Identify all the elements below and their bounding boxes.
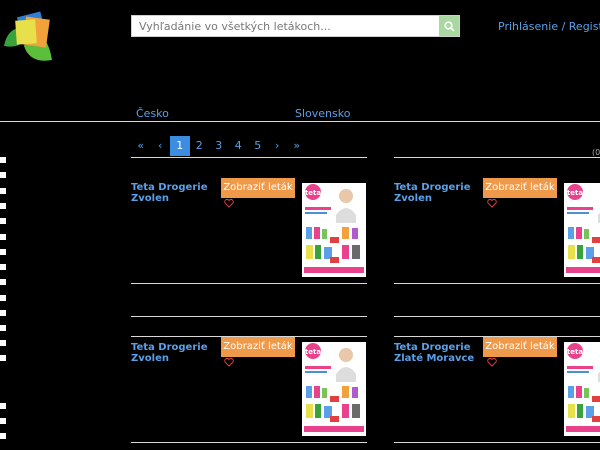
flyer-thumbnail[interactable] [302,183,366,277]
filter-checkbox[interactable] [0,433,6,439]
divider [131,157,367,158]
page-first[interactable]: « [131,136,151,156]
store-name-link[interactable]: Teta Drogerie Zlaté Moravce [394,342,482,364]
search-icon [443,20,455,32]
filter-checkbox[interactable] [0,418,6,424]
result-count: (0 [592,148,600,157]
heart-icon[interactable] [487,198,497,208]
page-2[interactable]: 2 [190,136,210,156]
filter-checkbox[interactable] [0,172,6,178]
filter-checkbox[interactable] [0,157,6,163]
heart-icon[interactable] [224,357,234,367]
filter-checkbox[interactable] [0,403,6,409]
search-input[interactable] [132,16,440,36]
divider [131,316,367,317]
divider [0,121,600,122]
filter-checkbox[interactable] [0,188,6,194]
page-5[interactable]: 5 [248,136,268,156]
show-flyer-button[interactable]: Zobraziť leták [483,337,557,357]
divider [131,283,367,284]
show-flyer-button[interactable]: Zobraziť leták [221,178,295,198]
filter-checkbox[interactable] [0,264,6,270]
page-next[interactable]: › [268,136,288,156]
show-flyer-button[interactable]: Zobraziť leták [221,337,295,357]
filter-checkbox[interactable] [0,340,6,346]
divider [394,316,600,317]
filter-checkbox[interactable] [0,249,6,255]
store-name-link[interactable]: Teta Drogerie Zvolen [394,182,482,204]
page-3[interactable]: 3 [209,136,229,156]
filter-checkbox[interactable] [0,355,6,361]
country-link-cz[interactable]: Česko [136,107,169,120]
heart-icon[interactable] [487,357,497,367]
filter-checkbox[interactable] [0,310,6,316]
heart-icon[interactable] [224,198,234,208]
search-button[interactable] [439,16,459,36]
filter-checkbox[interactable] [0,218,6,224]
filter-checkbox[interactable] [0,325,6,331]
store-name-link[interactable]: Teta Drogerie Zvolen [131,182,219,204]
divider [394,283,600,284]
pagination: « ‹ 1 2 3 4 5 › » [131,136,307,156]
filter-checkbox[interactable] [0,203,6,209]
filter-checkbox[interactable] [0,295,6,301]
filter-checkbox[interactable] [0,279,6,285]
show-flyer-button[interactable]: Zobraziť leták [483,178,557,198]
site-logo[interactable] [0,6,62,68]
page-last[interactable]: » [287,136,307,156]
divider [394,442,600,443]
search-bar [131,15,460,37]
filter-checkbox[interactable] [0,234,6,240]
page-1[interactable]: 1 [170,136,190,156]
flyer-thumbnail[interactable] [564,342,600,436]
divider [131,442,367,443]
divider [394,157,600,158]
login-register-link[interactable]: Prihlásenie / Registrácia [498,20,600,33]
flyer-thumbnail[interactable] [302,342,366,436]
flyer-thumbnail[interactable] [564,183,600,277]
page-4[interactable]: 4 [229,136,249,156]
country-link-sk[interactable]: Slovensko [295,107,350,120]
page-prev[interactable]: ‹ [151,136,171,156]
store-name-link[interactable]: Teta Drogerie Zvolen [131,342,219,364]
